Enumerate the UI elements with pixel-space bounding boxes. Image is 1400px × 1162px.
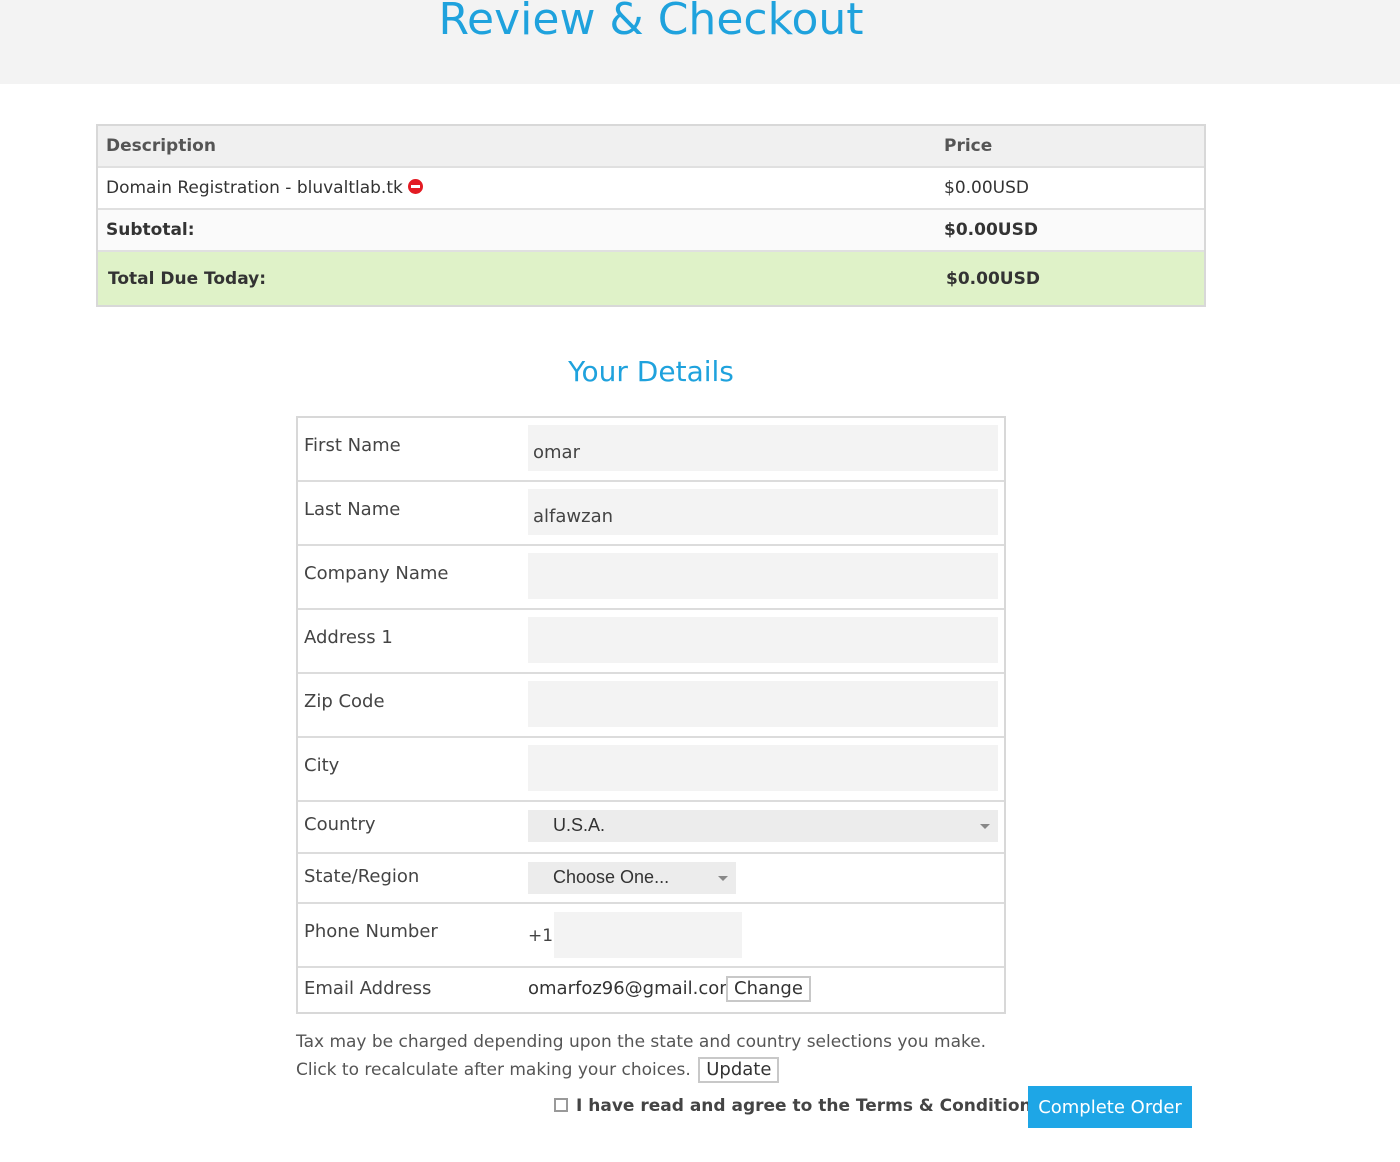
change-email-button[interactable]: Change: [726, 976, 811, 1002]
cart-header-row: Description Price: [98, 126, 1204, 168]
address1-input[interactable]: [528, 617, 998, 663]
city-row: City: [298, 738, 1004, 802]
phone-label: Phone Number: [304, 921, 438, 942]
phone-prefix: +1: [528, 926, 554, 946]
terms-agreement[interactable]: I have read and agree to the Terms & Con…: [554, 1096, 1042, 1116]
first-name-input[interactable]: [528, 425, 998, 471]
details-form: First Name Last Name Company Name Addres…: [296, 416, 1006, 1014]
address1-row: Address 1: [298, 610, 1004, 674]
terms-label: I have read and agree to the Terms & Con…: [576, 1096, 1042, 1116]
terms-checkbox[interactable]: [554, 1098, 568, 1112]
state-row: State/Region Choose One...: [298, 854, 1004, 904]
zip-label: Zip Code: [304, 691, 385, 712]
item-price: $0.00USD: [944, 178, 1029, 198]
phone-row: Phone Number +1: [298, 904, 1004, 968]
cart-table: Description Price Domain Registration - …: [96, 124, 1206, 307]
total-value: $0.00USD: [946, 268, 1040, 289]
email-value: omarfoz96@gmail.com: [528, 978, 737, 999]
last-name-input[interactable]: [528, 489, 998, 535]
company-input[interactable]: [528, 553, 998, 599]
city-label: City: [304, 755, 340, 776]
tax-note-text: Tax may be charged depending upon the st…: [296, 1032, 987, 1080]
chevron-down-icon: [980, 824, 990, 829]
country-row: Country U.S.A.: [298, 802, 1004, 854]
email-row: Email Address omarfoz96@gmail.com Change: [298, 968, 1004, 1012]
address1-label: Address 1: [304, 627, 393, 648]
table-row: Domain Registration - bluvaltlab.tk $0.0…: [98, 168, 1204, 210]
chevron-down-icon: [718, 876, 728, 881]
city-input[interactable]: [528, 745, 998, 791]
subtotal-value: $0.00USD: [944, 220, 1038, 240]
price-header: Price: [944, 136, 993, 156]
item-description: Domain Registration - bluvaltlab.tk: [106, 178, 403, 198]
company-row: Company Name: [298, 546, 1004, 610]
phone-input[interactable]: [554, 912, 742, 958]
country-select[interactable]: U.S.A.: [528, 810, 998, 842]
description-header: Description: [106, 136, 216, 156]
zip-row: Zip Code: [298, 674, 1004, 738]
state-selected-value: Choose One...: [553, 867, 670, 887]
details-title: Your Details: [568, 355, 734, 388]
zip-input[interactable]: [528, 681, 998, 727]
remove-icon[interactable]: [407, 179, 423, 194]
state-label: State/Region: [304, 866, 420, 887]
email-label: Email Address: [304, 978, 432, 999]
subtotal-row: Subtotal: $0.00USD: [98, 210, 1204, 252]
country-selected-value: U.S.A.: [553, 815, 606, 835]
item-description-cell: Domain Registration - bluvaltlab.tk: [98, 178, 936, 198]
total-label: Total Due Today:: [108, 268, 267, 289]
page-header: Review & Checkout: [0, 0, 1400, 84]
last-name-row: Last Name: [298, 482, 1004, 546]
first-name-row: First Name: [298, 418, 1004, 482]
update-button[interactable]: Update: [698, 1057, 780, 1083]
first-name-label: First Name: [304, 435, 401, 456]
company-label: Company Name: [304, 563, 449, 584]
complete-order-button[interactable]: Complete Order: [1028, 1086, 1192, 1128]
country-label: Country: [304, 814, 376, 835]
page-title: Review & Checkout: [438, 0, 864, 45]
total-row: Total Due Today: $0.00USD: [98, 252, 1204, 305]
last-name-label: Last Name: [304, 499, 401, 520]
tax-note: Tax may be charged depending upon the st…: [296, 1028, 1006, 1084]
subtotal-label: Subtotal:: [106, 220, 195, 240]
state-select[interactable]: Choose One...: [528, 862, 736, 894]
